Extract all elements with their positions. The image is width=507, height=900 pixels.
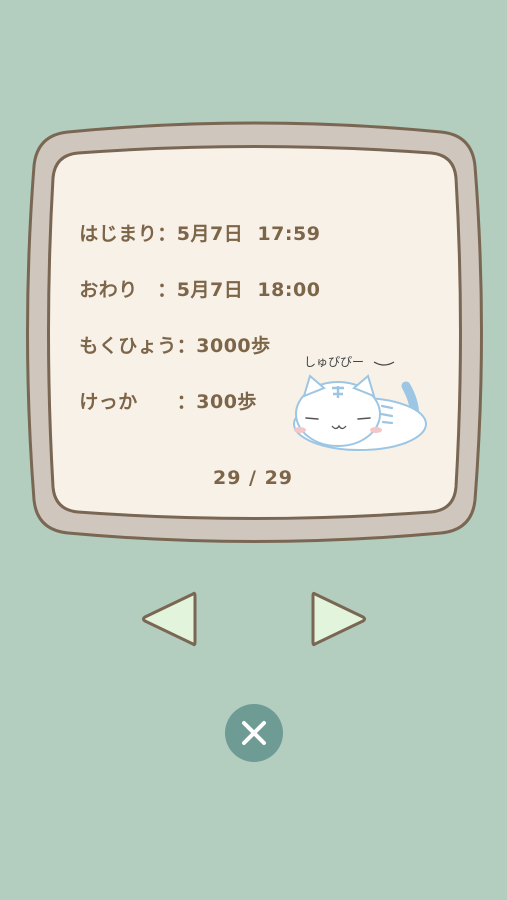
start-value: 5月7日 17:59 [176,223,321,245]
end-label: おわり [79,279,158,301]
result-separator: ： [176,391,197,413]
sleeping-cat-icon [293,374,427,451]
result-label: けっか [79,391,177,413]
goal-label: もくひょう [79,335,177,357]
result-value: 300歩 [196,391,257,413]
result-row: けっか ：300歩 [65,365,257,414]
start-row: はじまり：5月7日 17:59 [65,197,320,246]
page-indicator: 29 / 29 [212,467,294,489]
goal-separator: ： [176,335,197,357]
sleeping-cat-illustration: しゅぴぴー [286,348,436,457]
triangle-left-icon [142,591,197,647]
cat-caption: しゅぴぴー [304,355,364,369]
close-button[interactable] [225,704,283,762]
end-value: 5月7日 18:00 [176,279,321,301]
start-label: はじまり [79,223,158,245]
triangle-right-icon [311,591,366,647]
next-button[interactable] [308,588,368,654]
start-separator: ： [157,223,177,245]
end-separator: ： [157,279,177,301]
goal-row: もくひょう：3000歩 [65,309,271,358]
cat-caption-tail [373,361,395,366]
end-row: おわり ：5月7日 18:00 [65,253,320,302]
previous-button[interactable] [140,588,200,654]
close-x-icon [242,721,266,745]
goal-value: 3000歩 [196,335,271,357]
